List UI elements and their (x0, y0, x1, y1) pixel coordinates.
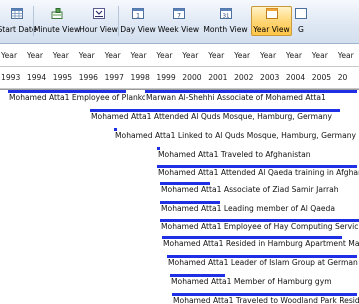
event-label: Mohamed Atta1 Leading member of Al Qaeda (160, 204, 337, 213)
month-view-label: Month View (203, 25, 248, 34)
svg-text:1: 1 (136, 12, 140, 19)
event-label: Mohamed Atta1 Attended Al Quds Mosque, H… (90, 112, 334, 121)
year-header-label: Year (337, 51, 354, 60)
event-label: Mohamed Atta1 Member of Hamburg gym (170, 277, 333, 286)
event-label: Mohamed Atta1 Employee of Plankontor (8, 93, 164, 102)
svg-text:31: 31 (222, 13, 229, 19)
timeline-window: Start Date Minute View Hour View 1 Day V… (0, 0, 359, 304)
event-label: Mohamed Atta1 Traveled to Afghanistan (157, 150, 312, 159)
year-header-label: Year (260, 51, 277, 60)
timeline-year-row: 1993 1994 1995 1996 1997 1998 1999 2000 2001 2002… (0, 67, 359, 89)
svg-text:7: 7 (177, 12, 181, 19)
event-label: Marwan Al-Shehhi Associate of Mohamed At… (145, 93, 327, 102)
event-label: Mohamed Atta1 Traveled to Woodland Park … (172, 296, 359, 304)
year-header-label: Year (130, 51, 147, 60)
year-value-label: 2005 (311, 73, 332, 82)
timeline-unit-header-row: Year Year Year Year Year Year Year Year Year Year… (0, 45, 359, 67)
minute-view-icon (51, 7, 64, 19)
month-view-calendar-icon: 31 (219, 7, 232, 19)
year-header-label: Year (1, 51, 18, 60)
year-value-label: 1995 (52, 73, 73, 82)
minute-view-label: Minute View (33, 25, 81, 34)
year-header-label: Year (285, 51, 302, 60)
event-label: Mohamed Atta1 Attended Al Qaeda training… (157, 168, 359, 177)
week-view-label: Week View (157, 25, 200, 34)
day-view-calendar-icon: 1 (132, 7, 145, 19)
year-value-label: 1996 (78, 73, 99, 82)
year-header-label: Year (234, 51, 251, 60)
year-header-label: Year (311, 51, 328, 60)
go-button-partial[interactable]: G (294, 6, 308, 36)
hour-view-label: Hour View (79, 25, 118, 34)
calendar-grid-icon (11, 7, 24, 19)
year-view-button[interactable]: Year View (251, 6, 292, 36)
event-label: Mohamed Atta1 Employee of Hay Computing … (160, 222, 359, 231)
minute-view-button[interactable]: Minute View (33, 6, 81, 36)
event-label: Mohamed Atta1 Linked to Al Quds Mosque, … (114, 131, 358, 140)
toolbar: Start Date Minute View Hour View 1 Day V… (0, 0, 359, 44)
year-view-label: Year View (253, 25, 290, 34)
year-header-label: Year (208, 51, 225, 60)
year-header-label: Year (104, 51, 121, 60)
year-value-label: 20 (337, 73, 348, 82)
year-value-label: 1994 (26, 73, 47, 82)
go-label: G (298, 25, 304, 34)
event-label: Mohamed Atta1 Resided in Hamburg Apartme… (162, 239, 359, 248)
year-value-label: 1999 (156, 73, 176, 82)
year-header-label: Year (26, 51, 43, 60)
year-header-label: Year (156, 51, 173, 60)
year-value-label: 1997 (104, 73, 124, 82)
week-view-calendar-icon: 7 (172, 7, 185, 19)
year-value-label: 1998 (130, 73, 150, 82)
week-view-button[interactable]: 7 Week View (157, 6, 200, 36)
year-header-label: Year (52, 51, 69, 60)
year-value-label: 1993 (1, 73, 21, 82)
hour-view-button[interactable]: Hour View (79, 6, 118, 36)
toolbar-separator (118, 6, 119, 36)
event-label: Mohamed Atta1 Leader of Islam Group at G… (167, 258, 359, 267)
go-icon (295, 7, 308, 19)
year-view-icon (265, 7, 278, 19)
year-value-label: 2001 (208, 73, 228, 82)
year-value-label: 2000 (182, 73, 202, 82)
event-label: Mohamed Atta1 Associate of Ziad Samir Ja… (160, 185, 340, 194)
year-header-label: Year (78, 51, 95, 60)
day-view-label: Day View (120, 25, 156, 34)
start-date-label: Start Date (0, 25, 37, 34)
start-date-button[interactable]: Start Date (0, 6, 37, 36)
day-view-button[interactable]: 1 Day View (120, 6, 156, 36)
year-header-label: Year (182, 51, 199, 60)
hour-view-icon (92, 7, 105, 19)
year-value-label: 2002 (234, 73, 254, 82)
month-view-button[interactable]: 31 Month View (201, 6, 250, 36)
year-value-label: 2004 (285, 73, 306, 82)
year-value-label: 2003 (260, 73, 280, 82)
